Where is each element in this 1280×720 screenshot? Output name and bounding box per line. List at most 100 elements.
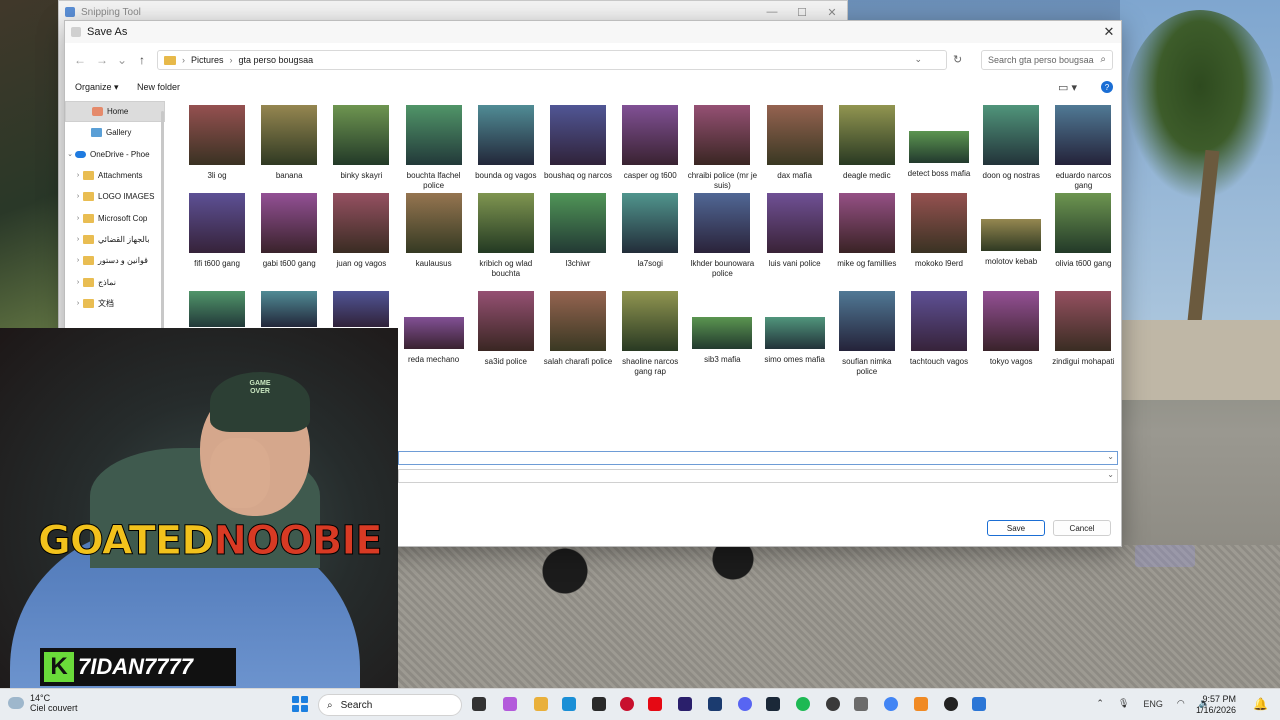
snipping-tool-taskbar-icon[interactable] [972, 697, 986, 711]
expand-chevron-icon[interactable]: › [73, 193, 83, 200]
file-item[interactable]: l3chiwr [542, 193, 614, 269]
photoshop-icon[interactable] [708, 697, 722, 711]
save-as-type-select[interactable]: ⌄ [398, 469, 1118, 483]
file-item[interactable]: banana [253, 105, 325, 181]
file-item[interactable]: gabi t600 gang [253, 193, 325, 269]
file-item[interactable]: tokyo vagos [975, 291, 1047, 367]
file-item[interactable]: fifi t600 gang [181, 193, 253, 269]
task-view-icon[interactable] [472, 697, 486, 711]
file-item[interactable]: sib3 mafia [686, 291, 758, 365]
file-item[interactable]: luis vani police [759, 193, 831, 269]
file-item[interactable]: detect boss mafia [903, 105, 975, 179]
file-item[interactable]: boushaq og narcos [542, 105, 614, 181]
organize-button[interactable]: Organize ▾ [75, 82, 119, 93]
file-item[interactable]: soufian nimka police [831, 291, 903, 377]
file-item[interactable]: doon og nostras [975, 105, 1047, 181]
address-dropdown-icon[interactable]: ⌄ [914, 54, 922, 65]
premiere-pro-icon[interactable] [678, 697, 692, 711]
windows-start-icon[interactable] [292, 696, 308, 712]
notification-bell-icon[interactable]: 🔔 [1253, 697, 1268, 711]
chevron-down-icon[interactable]: ⌄ [1107, 452, 1114, 461]
file-item[interactable]: shaoline narcos gang rap [614, 291, 686, 377]
file-item[interactable]: bounda og vagos [470, 105, 542, 181]
new-folder-button[interactable]: New folder [137, 82, 180, 92]
clock[interactable]: 9:57 PM 1/16/2026 [1196, 694, 1236, 716]
file-item[interactable]: deagle medic [831, 105, 903, 181]
sidebar-item[interactable]: › قوانين و دستور [65, 250, 165, 271]
expand-chevron-icon[interactable]: › [73, 172, 83, 179]
language-indicator[interactable]: ENG [1143, 699, 1163, 709]
file-item[interactable] [181, 291, 253, 333]
chevron-down-icon[interactable]: ⌄ [1107, 470, 1114, 479]
chrome-icon[interactable] [884, 697, 898, 711]
refresh-icon[interactable]: ↻ [953, 53, 962, 66]
back-arrow-icon[interactable]: ← [71, 51, 89, 69]
expand-chevron-icon[interactable]: › [73, 257, 83, 264]
breadcrumb-pictures[interactable]: Pictures [191, 55, 224, 65]
sidebar-item[interactable]: › LOGO IMAGES [65, 186, 165, 207]
file-item[interactable]: 3li og [181, 105, 253, 181]
file-item[interactable]: reda mechano [398, 291, 470, 365]
edge-icon[interactable] [562, 697, 576, 711]
steam-icon[interactable] [766, 697, 780, 711]
file-item[interactable]: mike og famillies [831, 193, 903, 269]
expand-chevron-icon[interactable]: › [73, 236, 83, 243]
breadcrumb-current-folder[interactable]: gta perso bougsaa [239, 55, 314, 65]
cancel-button[interactable]: Cancel [1053, 520, 1111, 536]
file-item[interactable]: binky skayri [325, 105, 397, 181]
file-item[interactable]: kaulausus [398, 193, 470, 269]
app-orange-icon[interactable] [914, 697, 928, 711]
copilot-icon[interactable] [503, 697, 517, 711]
file-item[interactable]: eduardo narcos gang [1047, 105, 1119, 191]
obs-icon[interactable] [944, 697, 958, 711]
forward-arrow-icon[interactable]: → [93, 51, 111, 69]
file-item[interactable]: tachtouch vagos [903, 291, 975, 367]
discord-icon[interactable] [738, 697, 752, 711]
address-bar[interactable]: › Pictures › gta perso bougsaa ⌄ [157, 50, 947, 70]
help-icon[interactable]: ? [1101, 81, 1113, 93]
file-name-input[interactable]: ⌄ [398, 451, 1118, 465]
microphone-icon[interactable]: 🎙 [1118, 698, 1129, 709]
sidebar-item[interactable]: › نماذج [65, 271, 165, 292]
file-item[interactable]: lkhder bounowara police [686, 193, 758, 279]
view-options-icon[interactable]: ▭ ▾ [1058, 81, 1077, 94]
wifi-icon[interactable]: ◠ [1177, 698, 1185, 709]
file-item[interactable]: kribich og wlad bouchta [470, 193, 542, 279]
expand-chevron-icon[interactable]: › [73, 215, 83, 222]
expand-chevron-icon[interactable]: ⌄ [65, 150, 75, 158]
file-item[interactable] [253, 291, 325, 333]
file-item[interactable]: olivia t600 gang [1047, 193, 1119, 269]
expand-chevron-icon[interactable]: › [73, 300, 83, 307]
file-item[interactable]: chraibi police (mr je suis) [686, 105, 758, 191]
file-item[interactable]: bouchta lfachel police [398, 105, 470, 191]
save-button[interactable]: Save [987, 520, 1045, 536]
file-item[interactable]: salah charafi police [542, 291, 614, 367]
store-icon[interactable] [592, 697, 606, 711]
netflix-icon[interactable] [648, 697, 662, 711]
sidebar-item[interactable]: Gallery [65, 122, 165, 143]
settings-gear-icon[interactable] [854, 697, 868, 711]
navigation-pane-scrollbar[interactable] [161, 111, 164, 331]
dialog-close-button[interactable]: ✕ [1097, 21, 1121, 43]
file-item[interactable]: molotov kebab [975, 193, 1047, 267]
app-dark-icon[interactable] [826, 697, 840, 711]
sidebar-item[interactable]: Home [65, 101, 165, 123]
file-item[interactable]: sa3id police [470, 291, 542, 367]
sidebar-item[interactable]: › 文档 [65, 293, 165, 314]
app-red-icon[interactable] [620, 697, 634, 711]
file-explorer-icon[interactable] [534, 697, 548, 711]
spotify-icon[interactable] [796, 697, 810, 711]
file-item[interactable]: dax mafia [759, 105, 831, 181]
file-item[interactable]: casper og t600 [614, 105, 686, 181]
recent-locations-chevron-icon[interactable]: ⌄ [113, 51, 131, 69]
file-item[interactable]: mokoko l9erd [903, 193, 975, 269]
file-item[interactable] [325, 291, 397, 333]
file-item[interactable]: la7sogi [614, 193, 686, 269]
file-item[interactable]: simo omes mafia [759, 291, 831, 365]
sidebar-item[interactable]: › Microsoft Cop [65, 207, 165, 228]
sidebar-item[interactable]: › Attachments [65, 165, 165, 186]
expand-chevron-icon[interactable]: › [73, 279, 83, 286]
file-item[interactable]: zindigui mohapati [1047, 291, 1119, 367]
taskbar-search[interactable]: ⌕ Search [318, 694, 462, 716]
up-arrow-icon[interactable]: ↑ [133, 51, 151, 69]
